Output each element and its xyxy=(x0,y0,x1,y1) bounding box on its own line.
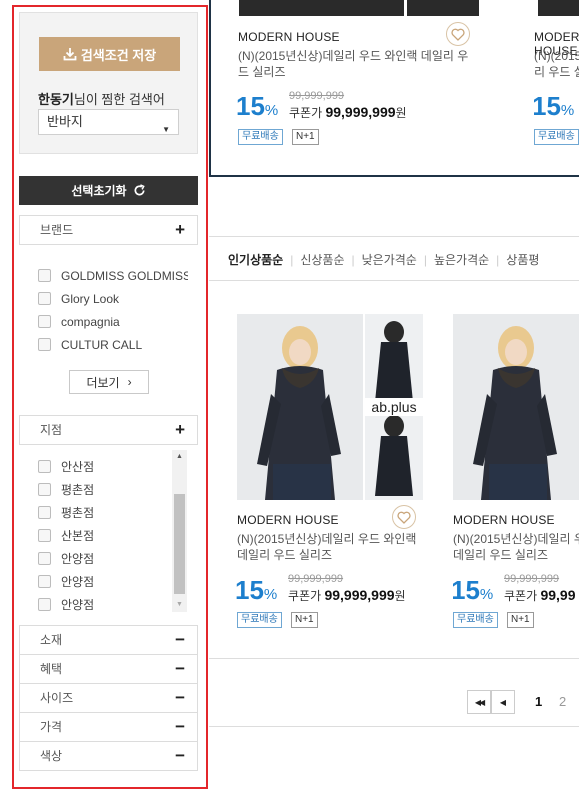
coupon-value: 99,99 xyxy=(540,587,576,603)
discount-rate: 15% xyxy=(236,93,278,124)
sort-popular[interactable]: 인기상품순 xyxy=(228,251,290,268)
product-image-strip[interactable] xyxy=(407,0,479,16)
original-price: 99,999,999 xyxy=(504,573,560,585)
free-shipping-badge: 무료배송 xyxy=(238,129,283,145)
sort-bar: 인기상품순 | 신상품순 | 낮은가격순 | 높은가격순 | 상품평 xyxy=(228,251,546,268)
brand-logo: ab.plus xyxy=(365,398,423,416)
product-brand: MODERN HOUSE xyxy=(237,513,339,527)
product-image[interactable]: ab.plus xyxy=(237,314,423,500)
featured-products-panel xyxy=(209,0,579,177)
discount-value: 15 xyxy=(453,575,480,605)
n-plus-one-badge: N+1 xyxy=(291,612,318,628)
product-name[interactable]: (N)(2015년신상) xyxy=(534,48,579,64)
left-arrow-icon: ◀ xyxy=(499,697,507,707)
currency-unit: 원 xyxy=(395,106,407,120)
currency-unit: 원 xyxy=(394,589,406,603)
prev-page-button[interactable]: ◀ xyxy=(491,690,515,714)
discount-rate: 15% xyxy=(534,93,574,124)
sort-low-price[interactable]: 낮은가격순 xyxy=(355,251,424,268)
coupon-value: 99,999,999 xyxy=(324,587,395,603)
sort-high-price[interactable]: 높은가격순 xyxy=(427,251,496,268)
heart-outline-icon xyxy=(397,511,411,524)
coupon-price: 쿠폰가 99,999,999원 xyxy=(289,104,407,121)
heart-icon[interactable] xyxy=(446,22,470,46)
double-left-arrow-icon: ◀◀ xyxy=(474,697,485,707)
heart-outline-icon xyxy=(451,28,465,41)
coat-model-photo xyxy=(453,314,579,500)
product-name-line2[interactable]: 리 우드 실리즈 xyxy=(534,64,579,80)
free-shipping-badge: 무료배송 xyxy=(453,612,498,628)
first-page-button[interactable]: ◀◀ xyxy=(467,690,491,714)
page-current[interactable]: 1 xyxy=(535,694,542,709)
highlight-frame xyxy=(12,5,208,789)
original-price: 99,999,999 xyxy=(289,90,345,102)
coupon-value: 99,999,999 xyxy=(325,104,396,120)
product-name[interactable]: (N)(2015년신상)데일리 우드 와인랙 데일리 우드 실리즈 xyxy=(238,48,478,80)
product-name[interactable]: (N)(2015년신상)데일리 우드 와인랙 데일리 우드 실리즈 xyxy=(453,531,579,563)
coupon-price: 쿠폰가 99,99 xyxy=(504,587,576,604)
divider xyxy=(209,236,579,237)
divider xyxy=(209,658,579,659)
product-brand: MODERN HOUSE xyxy=(453,513,555,527)
product-brand: MODERN HOUSE xyxy=(238,30,340,44)
product-card-clipped: MODERN HOUSE (N)(2015년신상) 리 우드 실리즈 15% 무… xyxy=(534,0,579,175)
coupon-label: 쿠폰가 xyxy=(289,106,323,120)
heart-icon[interactable] xyxy=(392,505,416,529)
product-image-strip[interactable] xyxy=(239,0,404,16)
product-card-clipped: MODERN HOUSE (N)(2015년신상)데일리 우드 와인랙 데일리 … xyxy=(453,300,579,640)
discount-rate: 15% xyxy=(453,577,493,608)
discount-rate: 15% xyxy=(235,577,277,608)
discount-value: 15 xyxy=(236,91,265,121)
sort-reviews[interactable]: 상품평 xyxy=(499,251,546,268)
divider xyxy=(209,726,579,727)
coupon-label: 쿠폰가 xyxy=(504,589,538,603)
coupon-label: 쿠폰가 xyxy=(288,589,322,603)
coupon-price: 쿠폰가 99,999,999원 xyxy=(288,587,406,604)
discount-value: 15 xyxy=(534,91,561,121)
n-plus-one-badge: N+1 xyxy=(292,129,319,145)
n-plus-one-badge: N+1 xyxy=(507,612,534,628)
product-name[interactable]: (N)(2015년신상)데일리 우드 와인랙 데일리 우드 실리즈 xyxy=(237,531,419,563)
page-2[interactable]: 2 xyxy=(559,694,566,709)
original-price: 99,999,999 xyxy=(288,573,344,585)
sort-newest[interactable]: 신상품순 xyxy=(293,251,351,268)
percent-sign: % xyxy=(560,102,575,119)
divider xyxy=(209,280,579,281)
free-shipping-badge: 무료배송 xyxy=(237,612,282,628)
free-shipping-badge: 무료배송 xyxy=(534,129,579,145)
percent-sign: % xyxy=(264,102,279,119)
discount-value: 15 xyxy=(235,575,264,605)
percent-sign: % xyxy=(263,586,278,603)
percent-sign: % xyxy=(479,586,494,603)
product-image[interactable] xyxy=(453,314,579,500)
